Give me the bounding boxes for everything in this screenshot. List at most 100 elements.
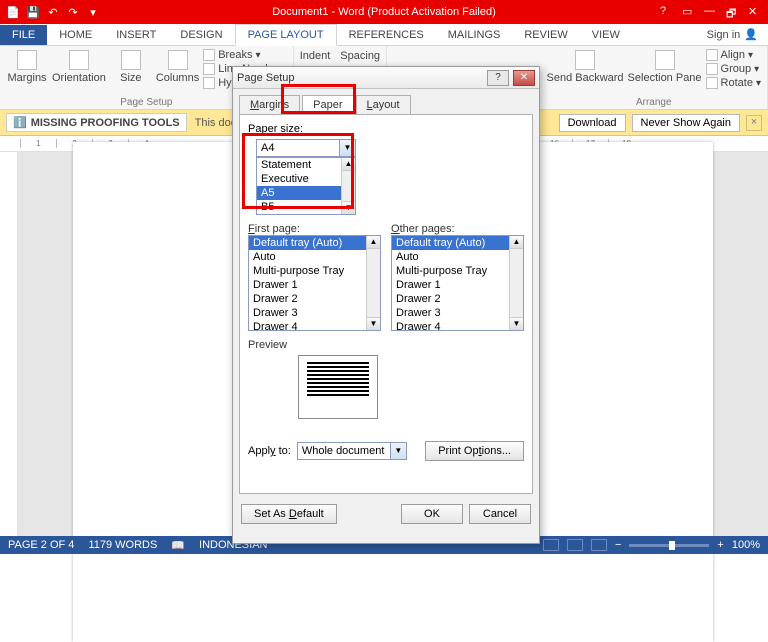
line-numbers-icon xyxy=(203,63,215,75)
rotate-button[interactable]: Rotate ▾ xyxy=(706,76,761,90)
paper-size-dropdown[interactable]: Statement Executive A5 B5 A4 ▲▼ xyxy=(256,157,356,215)
dialog-title-bar[interactable]: Page Setup ? ✕ xyxy=(233,67,539,89)
other-pages-tray-list[interactable]: Default tray (Auto) Auto Multi-purpose T… xyxy=(391,235,524,331)
chevron-down-icon[interactable]: ▼ xyxy=(339,140,355,156)
view-read-button[interactable] xyxy=(543,539,559,551)
vertical-ruler[interactable] xyxy=(0,152,18,536)
restore-icon[interactable]: 🗗 xyxy=(726,5,740,19)
close-icon[interactable]: ✕ xyxy=(748,5,762,19)
preview-label: Preview xyxy=(248,339,524,351)
first-d3[interactable]: Drawer 3 xyxy=(249,306,380,320)
undo-icon[interactable]: ↶ xyxy=(46,5,60,19)
size-button[interactable]: Size xyxy=(110,48,152,96)
other-d4[interactable]: Drawer 4 xyxy=(392,320,523,331)
tab-insert[interactable]: INSERT xyxy=(104,25,168,45)
cancel-button[interactable]: Cancel xyxy=(469,504,531,524)
opt-a4[interactable]: A4 xyxy=(257,214,355,215)
send-backward-button[interactable]: Send Backward xyxy=(547,48,624,96)
view-print-button[interactable] xyxy=(567,539,583,551)
other-d2[interactable]: Drawer 2 xyxy=(392,292,523,306)
indent-label: Indent xyxy=(300,50,331,62)
first-d4[interactable]: Drawer 4 xyxy=(249,320,380,331)
first-d2[interactable]: Drawer 2 xyxy=(249,292,380,306)
zoom-slider[interactable] xyxy=(629,544,709,547)
arrange-group-label: Arrange xyxy=(547,96,762,109)
paper-size-combo[interactable]: A4 ▼ xyxy=(256,139,356,157)
align-icon xyxy=(706,49,718,61)
ribbon-tabstrip: FILE HOME INSERT DESIGN PAGE LAYOUT REFE… xyxy=(0,24,768,46)
redo-icon[interactable]: ↷ xyxy=(66,5,80,19)
tab-view[interactable]: VIEW xyxy=(580,25,632,45)
columns-icon xyxy=(168,50,188,70)
dialog-help-button[interactable]: ? xyxy=(487,70,509,86)
set-default-button[interactable]: Set As Default xyxy=(241,504,337,524)
never-show-button[interactable]: Never Show Again xyxy=(632,114,741,132)
breaks-icon xyxy=(203,49,215,61)
first-default-tray[interactable]: Default tray (Auto) xyxy=(249,236,380,250)
send-backward-icon xyxy=(575,50,595,70)
other-d3[interactable]: Drawer 3 xyxy=(392,306,523,320)
status-page[interactable]: PAGE 2 OF 4 xyxy=(8,539,74,551)
window-controls: ? ▭ — 🗗 ✕ xyxy=(654,5,768,19)
save-icon[interactable]: 💾 xyxy=(26,5,40,19)
print-options-button[interactable]: Print Options... xyxy=(425,441,524,461)
first-auto[interactable]: Auto xyxy=(249,250,380,264)
zoom-in-icon[interactable]: + xyxy=(717,539,723,551)
other-pages-label: Other pages: xyxy=(391,223,524,235)
help-icon[interactable]: ? xyxy=(660,5,674,19)
first-scrollbar[interactable]: ▲▼ xyxy=(366,236,380,330)
qat-custom-icon[interactable]: ▾ xyxy=(86,5,100,19)
group-button[interactable]: Group ▾ xyxy=(706,62,761,76)
breaks-button[interactable]: Breaks ▾ xyxy=(203,48,286,62)
tab-references[interactable]: REFERENCES xyxy=(337,25,436,45)
zoom-out-icon[interactable]: − xyxy=(615,539,621,551)
dlg-tab-margins[interactable]: Margins xyxy=(239,95,300,114)
first-page-tray-list[interactable]: Default tray (Auto) Auto Multi-purpose T… xyxy=(248,235,381,331)
ok-button[interactable]: OK xyxy=(401,504,463,524)
status-proof-icon[interactable]: 📖 xyxy=(171,539,185,552)
user-icon: 👤 xyxy=(744,28,758,41)
other-multi[interactable]: Multi-purpose Tray xyxy=(392,264,523,278)
dlg-tab-paper[interactable]: Paper xyxy=(302,95,353,114)
tab-design[interactable]: DESIGN xyxy=(168,25,234,45)
hyphenation-icon xyxy=(203,77,215,89)
other-default-tray[interactable]: Default tray (Auto) xyxy=(392,236,523,250)
dialog-footer: Set As Default OK Cancel xyxy=(233,500,539,528)
margins-button[interactable]: Margins xyxy=(6,48,48,96)
other-scrollbar[interactable]: ▲▼ xyxy=(509,236,523,330)
dropdown-scrollbar[interactable]: ▲▼ xyxy=(341,158,355,214)
columns-button[interactable]: Columns xyxy=(156,48,199,96)
apply-to-combo[interactable]: Whole document ▼ xyxy=(297,442,407,460)
dlg-tab-layout[interactable]: Layout xyxy=(356,95,411,114)
ribbon-options-icon[interactable]: ▭ xyxy=(682,5,696,19)
other-d1[interactable]: Drawer 1 xyxy=(392,278,523,292)
orientation-icon xyxy=(69,50,89,70)
status-words[interactable]: 1179 WORDS xyxy=(88,539,157,551)
tab-mailings[interactable]: MAILINGS xyxy=(436,25,513,45)
zoom-value[interactable]: 100% xyxy=(732,539,760,551)
align-button[interactable]: Align ▾ xyxy=(706,48,761,62)
rotate-icon xyxy=(706,77,718,89)
window-title: Document1 - Word (Product Activation Fai… xyxy=(272,6,496,18)
margins-icon xyxy=(17,50,37,70)
tab-home[interactable]: HOME xyxy=(47,25,104,45)
sign-in-link[interactable]: Sign in👤 xyxy=(697,24,768,45)
first-d1[interactable]: Drawer 1 xyxy=(249,278,380,292)
tab-review[interactable]: REVIEW xyxy=(512,25,579,45)
chevron-down-icon[interactable]: ▼ xyxy=(390,443,406,459)
first-multi[interactable]: Multi-purpose Tray xyxy=(249,264,380,278)
page-setup-dialog: Page Setup ? ✕ Margins Paper Layout Pape… xyxy=(232,66,540,544)
title-bar: 📄 💾 ↶ ↷ ▾ Document1 - Word (Product Acti… xyxy=(0,0,768,24)
tab-file[interactable]: FILE xyxy=(0,25,47,45)
orientation-button[interactable]: Orientation xyxy=(52,48,106,96)
view-web-button[interactable] xyxy=(591,539,607,551)
other-auto[interactable]: Auto xyxy=(392,250,523,264)
minimize-icon[interactable]: — xyxy=(704,5,718,19)
selection-pane-button[interactable]: Selection Pane xyxy=(628,48,702,96)
dismiss-notice-button[interactable]: × xyxy=(746,115,762,131)
dialog-close-button[interactable]: ✕ xyxy=(513,70,535,86)
first-page-label: First page: xyxy=(248,223,381,235)
download-button[interactable]: Download xyxy=(559,114,626,132)
tab-page-layout[interactable]: PAGE LAYOUT xyxy=(235,24,337,46)
info-icon: ℹ️ xyxy=(13,116,27,129)
